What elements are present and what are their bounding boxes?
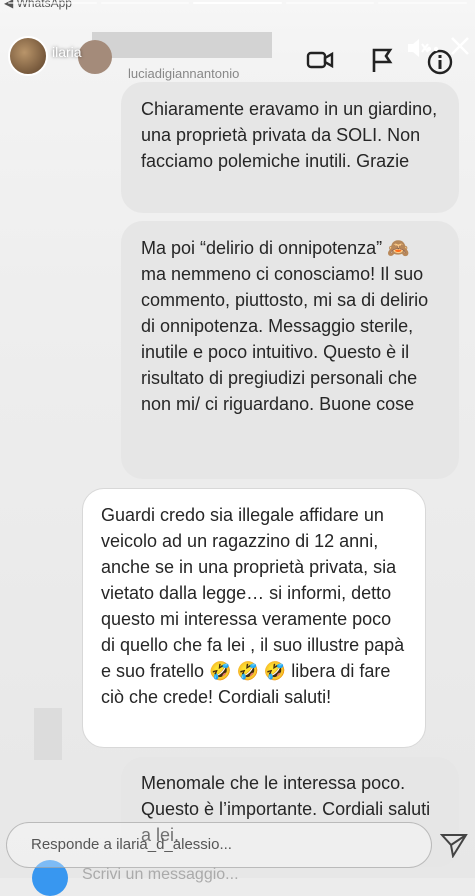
screenshot-header: luciadigiannantonio ilaria [0,10,475,82]
close-icon[interactable] [446,32,474,60]
progress-segment [101,2,190,4]
send-icon[interactable] [440,832,468,858]
progress-segment [378,2,467,4]
video-call-icon [306,46,334,74]
story-user-avatar[interactable] [8,36,48,76]
reply-input[interactable]: Responde a ilaria_d_alessio... [6,822,432,868]
more-icon[interactable] [413,35,441,63]
message-text: Chiaramente eravamo in un giardino, una … [141,99,437,171]
flag-icon [368,46,396,74]
message-text: Guardi credo sia illegale affidare un ve… [101,505,404,707]
reply-placeholder: Responde a ilaria_d_alessio... [31,836,232,853]
dm-handle: luciadigiannantonio [128,66,239,81]
dm-avatar [78,40,112,74]
sender-avatar-placeholder [34,708,62,760]
progress-segment [286,2,375,4]
progress-segment-active [193,2,282,4]
story-username[interactable]: ilaria [52,44,82,60]
message-bubble: Ma poi “delirio di onnipotenza” 🙈 ma nem… [121,221,459,479]
story-progress [8,2,467,4]
message-bubble: Guardi credo sia illegale affidare un ve… [82,488,426,748]
underlying-message-input: Scrivi un messaggio... [82,866,239,884]
message-text: Ma poi “delirio di onnipotenza” 🙈 ma nem… [141,238,428,414]
blurred-name [92,32,272,58]
message-bubble: Chiaramente eravamo in un giardino, una … [121,82,459,213]
progress-segment [8,2,97,4]
